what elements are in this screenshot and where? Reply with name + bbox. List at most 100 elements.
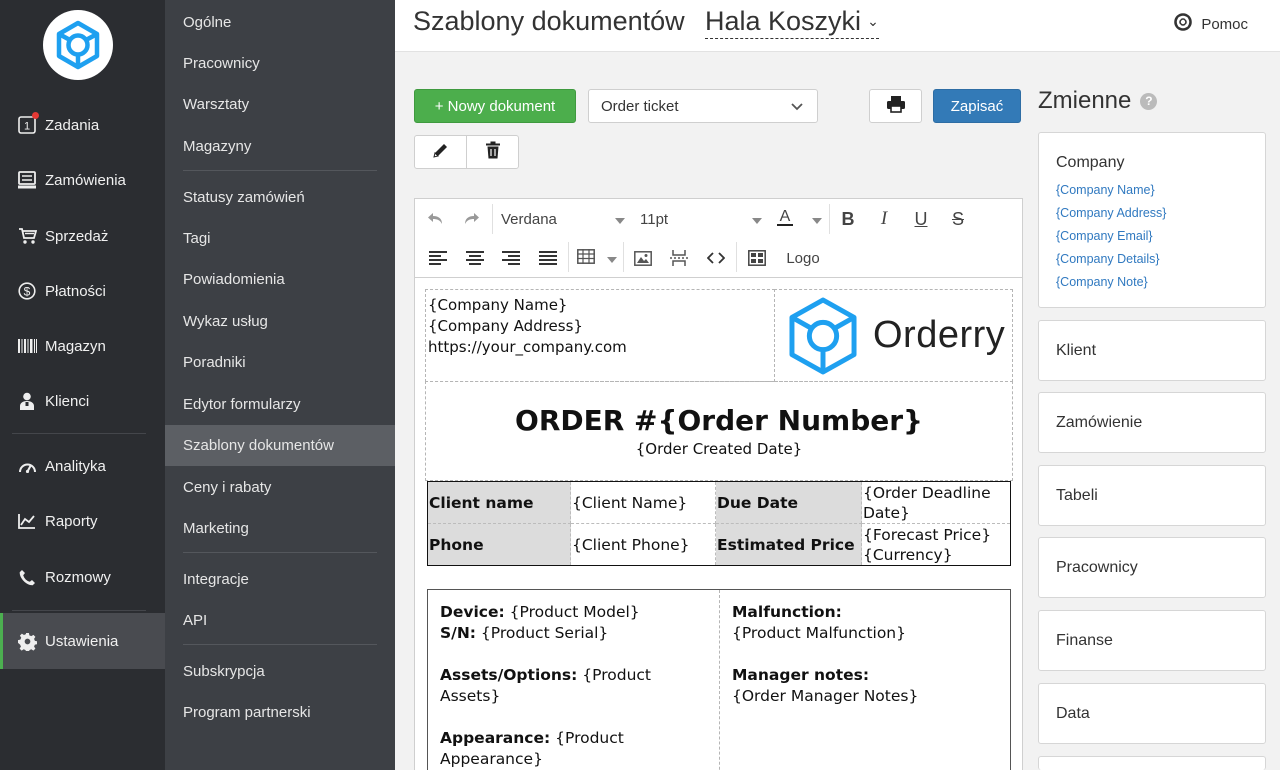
align-justify-icon[interactable] <box>536 246 560 270</box>
undo-icon[interactable] <box>423 207 447 231</box>
template-select[interactable]: Order ticket <box>588 89 818 123</box>
variable-link[interactable]: {Company Email} <box>1039 225 1265 248</box>
nav-item-zamowienia[interactable]: Zamówienia <box>0 154 165 206</box>
subnav-item-powiadomienia[interactable]: Powiadomienia <box>165 259 395 300</box>
variable-link[interactable]: {Company Name} <box>1039 179 1265 202</box>
bold-icon[interactable]: B <box>836 207 860 231</box>
subnav-item-edytor[interactable]: Edytor formularzy <box>165 384 395 425</box>
font-family-value: Verdana <box>501 210 557 228</box>
nav-divider <box>12 433 146 434</box>
subnav-item-tagi[interactable]: Tagi <box>165 218 395 259</box>
serial-value: {Product Serial} <box>476 624 609 642</box>
strikethrough-icon[interactable]: S <box>946 207 970 231</box>
nav-label: Płatności <box>45 282 106 300</box>
subnav-item-program-partnerski[interactable]: Program partnerski <box>165 692 395 733</box>
gear-icon <box>17 631 37 651</box>
company-name-field: {Company Name} <box>428 296 568 314</box>
nav-item-analityka[interactable]: Analityka <box>0 440 165 492</box>
phone-icon <box>17 567 37 587</box>
subnav-item-statusy[interactable]: Statusy zamówień <box>165 177 395 218</box>
nav-item-platnosci[interactable]: $ Płatności <box>0 265 165 317</box>
due-date-label: Due Date <box>715 481 862 524</box>
align-left-icon[interactable] <box>426 246 450 270</box>
template-actions <box>414 135 519 169</box>
help-link[interactable]: Pomoc <box>1174 13 1248 35</box>
save-button[interactable]: Zapisać <box>933 89 1021 123</box>
print-button[interactable] <box>869 89 922 123</box>
delete-button[interactable] <box>466 136 518 168</box>
subnav-item-poradniki[interactable]: Poradniki <box>165 342 395 383</box>
variable-link[interactable]: {Company Details} <box>1039 248 1265 271</box>
font-family-select[interactable]: Verdana <box>501 207 625 231</box>
orderry-logo-icon <box>56 20 100 70</box>
variable-group-more[interactable] <box>1038 756 1266 770</box>
image-icon[interactable] <box>631 246 655 270</box>
underline-icon[interactable]: U <box>909 207 933 231</box>
edit-button[interactable] <box>415 136 466 168</box>
variable-link[interactable]: {Company Note} <box>1039 271 1265 294</box>
align-center-icon[interactable] <box>463 246 487 270</box>
subnav-item-subskrypcja[interactable]: Subskrypcja <box>165 651 395 692</box>
page-break-icon[interactable] <box>667 246 691 270</box>
company-address-field: {Company Address} <box>428 317 583 335</box>
variable-group-pracownicy[interactable]: Pracownicy <box>1038 537 1266 598</box>
italic-icon[interactable]: I <box>872 207 896 231</box>
logo-insert-button[interactable]: Logo <box>780 246 826 270</box>
subnav-item-ceny[interactable]: Ceny i rabaty <box>165 467 395 508</box>
document-canvas[interactable]: {Company Name} {Company Address} https:/… <box>425 289 1014 770</box>
variables-heading: Zmienne <box>1038 87 1132 114</box>
subnav-item-warsztaty[interactable]: Warsztaty <box>165 84 395 125</box>
company-logo-cell: Orderry <box>774 289 1013 382</box>
font-size-select[interactable]: 11pt <box>640 207 762 231</box>
variable-group-zamowienie[interactable]: Zamówienie <box>1038 392 1266 453</box>
nav-item-magazyn[interactable]: Magazyn <box>0 320 165 372</box>
settings-sidebar: Ogólne Pracownicy Warsztaty Magazyny Sta… <box>165 0 395 770</box>
location-selector[interactable]: Hala Koszyki ⌄ <box>705 6 879 39</box>
subnav-item-api[interactable]: API <box>165 600 395 641</box>
nav-item-rozmowy[interactable]: Rozmowy <box>0 551 165 603</box>
subnav-item-magazyny[interactable]: Magazyny <box>165 126 395 167</box>
document-header: {Company Name} {Company Address} https:/… <box>425 289 1013 382</box>
new-document-button[interactable]: + Nowy dokument <box>414 89 576 123</box>
page-title: Szablony dokumentów <box>413 6 685 36</box>
code-icon[interactable] <box>704 246 728 270</box>
table-button[interactable] <box>577 246 617 270</box>
subnav-item-ogolne[interactable]: Ogólne <box>165 2 395 43</box>
variable-group-tabeli[interactable]: Tabeli <box>1038 465 1266 526</box>
nav-divider <box>12 610 146 611</box>
nav-label: Analityka <box>45 457 106 475</box>
appearance-label: Appearance: <box>440 729 551 747</box>
subnav-item-pracownicy[interactable]: Pracownicy <box>165 43 395 84</box>
cart-icon <box>17 226 37 246</box>
nav-label: Zamówienia <box>45 171 126 189</box>
svg-text:$: $ <box>24 285 31 299</box>
nav-item-ustawienia[interactable]: Ustawienia <box>0 613 165 669</box>
nav-item-raporty[interactable]: Raporty <box>0 495 165 547</box>
text-color-button[interactable]: A <box>776 207 822 231</box>
app-logo[interactable] <box>43 10 113 80</box>
subnav-item-wykaz-uslug[interactable]: Wykaz usług <box>165 301 395 342</box>
order-title-block: ORDER #{Order Number} {Order Created Dat… <box>425 381 1013 481</box>
template-block-icon[interactable] <box>745 246 769 270</box>
device-details-block: Device: {Product Model} S/N: {Product Se… <box>427 589 1011 770</box>
variable-group-klient[interactable]: Klient <box>1038 320 1266 381</box>
subnav-item-marketing[interactable]: Marketing <box>165 508 395 549</box>
variable-link[interactable]: {Company Address} <box>1039 202 1265 225</box>
variable-group-data[interactable]: Data <box>1038 683 1266 744</box>
barcode-icon <box>17 336 37 356</box>
user-icon <box>17 391 37 411</box>
nav-item-klienci[interactable]: Klienci <box>0 375 165 427</box>
question-icon[interactable]: ? <box>1140 92 1158 110</box>
nav-item-sprzedaz[interactable]: Sprzedaż <box>0 210 165 262</box>
align-right-icon[interactable] <box>499 246 523 270</box>
subnav-item-integracje[interactable]: Integracje <box>165 559 395 600</box>
subnav-item-szablony[interactable]: Szablony dokumentów <box>165 425 395 466</box>
redo-icon[interactable] <box>459 207 483 231</box>
chevron-down-icon: ⌄ <box>867 13 879 29</box>
company-url-field: https://your_company.com <box>428 338 627 356</box>
nav-item-zadania[interactable]: 1 Zadania <box>0 99 165 151</box>
table-row: Client name {Client Name} Due Date {Orde… <box>427 481 1011 524</box>
variable-group-finanse[interactable]: Finanse <box>1038 610 1266 671</box>
variable-group-title: Pracownicy <box>1056 558 1138 576</box>
text-color-icon: A <box>776 207 794 231</box>
